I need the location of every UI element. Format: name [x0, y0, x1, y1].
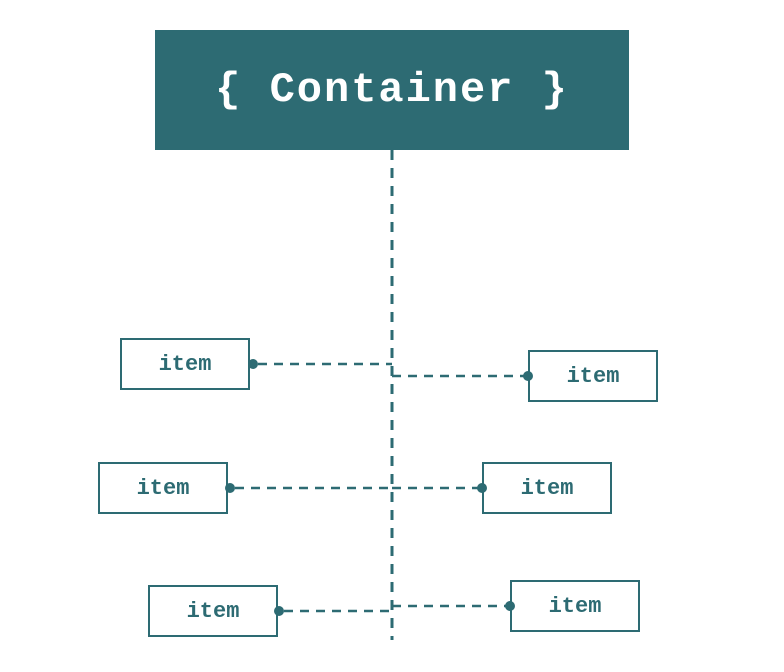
dot-right-3	[505, 601, 515, 611]
dot-right-1	[523, 371, 533, 381]
item-left-2: item	[98, 462, 228, 514]
item-left-1: item	[120, 338, 250, 390]
item-left-1-label: item	[159, 352, 212, 377]
item-right-1: item	[528, 350, 658, 402]
item-left-3-label: item	[187, 599, 240, 624]
dot-left-1	[248, 359, 258, 369]
item-left-3: item	[148, 585, 278, 637]
item-right-2: item	[482, 462, 612, 514]
dot-right-2	[477, 483, 487, 493]
item-right-1-label: item	[567, 364, 620, 389]
container-box: { Container }	[155, 30, 629, 150]
item-left-2-label: item	[137, 476, 190, 501]
dot-left-3	[274, 606, 284, 616]
container-label: { Container }	[215, 66, 569, 114]
dot-left-2	[225, 483, 235, 493]
item-right-3: item	[510, 580, 640, 632]
item-right-3-label: item	[549, 594, 602, 619]
item-right-2-label: item	[521, 476, 574, 501]
